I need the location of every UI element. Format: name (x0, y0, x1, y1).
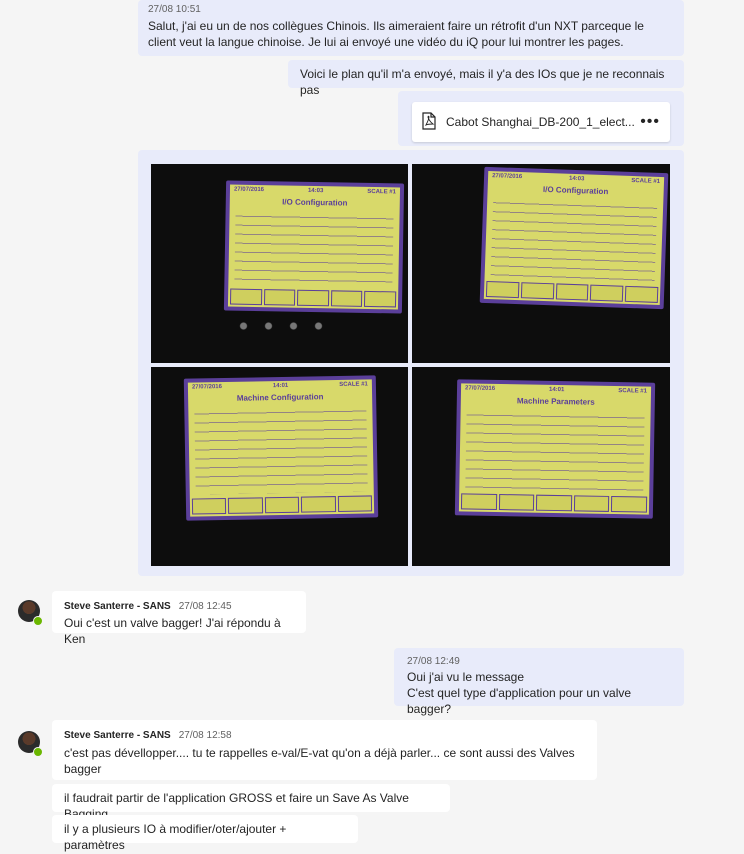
message-timestamp: 27/08 12:45 (178, 601, 232, 612)
photo-time: 14:03 (568, 175, 585, 183)
photo-machine-configuration[interactable]: 27/07/2016 14:01 SCALE #1 Machine Configur… (151, 367, 408, 566)
message-text: c'est pas dévellopper.... tu te rappelle… (64, 746, 575, 776)
photo-time: 14:03 (307, 187, 324, 195)
message-text: il y a plusieurs IO à modifier/oter/ajou… (64, 822, 287, 852)
presence-available-icon (33, 747, 43, 757)
photo-time: 14:01 (272, 382, 289, 390)
message-received[interactable]: il faudrait partir de l'application GROS… (52, 784, 450, 821)
photo-date: 27/07/2016 (464, 385, 496, 392)
file-attachment[interactable]: Cabot Shanghai_DB-200_1_elect... ••• (412, 102, 670, 142)
presence-available-icon (33, 616, 43, 626)
author-name[interactable]: Steve Santerre - SANS (64, 601, 171, 612)
message-received[interactable]: Steve Santerre - SANS 27/08 12:45 Oui c'e… (52, 591, 306, 646)
photo-title: Machine Parameters (516, 396, 595, 407)
message-timestamp: 27/08 12:58 (178, 730, 232, 741)
photo-io-configuration-1[interactable]: 27/07/2016 14:03 SCALE #1 I/O Configuratio… (151, 164, 408, 363)
photo-date: 27/07/2016 (191, 384, 223, 391)
message-sent[interactable]: Voici le plan qu'il m'a envoyé, mais il … (288, 60, 684, 97)
photo-time: 14:01 (548, 386, 565, 394)
message-sent[interactable]: 27/08 10:51 Salut, j'ai eu un de nos col… (138, 0, 684, 56)
more-options-icon[interactable]: ••• (640, 113, 660, 131)
file-name[interactable]: Cabot Shanghai_DB-200_1_elect... (446, 115, 640, 129)
message-text: Oui j'ai vu le message (407, 670, 525, 684)
message-sent[interactable]: 27/08 12:49 Oui j'ai vu le message C'est… (394, 648, 684, 716)
photo-scale: SCALE #1 (367, 188, 397, 196)
message-text: C'est quel type d'application pour un va… (407, 686, 632, 716)
message-text: Oui c'est un valve bagger! J'ai répondu … (64, 616, 281, 646)
photo-machine-parameters[interactable]: 27/07/2016 14:01 SCALE #1 Machine Paramete… (412, 367, 670, 566)
photo-scale: SCALE #1 (618, 388, 648, 395)
message-text: Salut, j'ai eu un de nos collègues Chino… (148, 19, 644, 49)
message-timestamp: 27/08 12:49 (407, 656, 460, 667)
photo-title: Machine Configuration (236, 392, 324, 403)
pdf-icon (422, 111, 436, 133)
author-name[interactable]: Steve Santerre - SANS (64, 730, 171, 741)
photo-title: I/O Configuration (282, 197, 348, 208)
message-received[interactable]: il y a plusieurs IO à modifier/oter/ajou… (52, 815, 358, 852)
photo-scale: SCALE #1 (339, 381, 368, 388)
photo-date: 27/07/2016 (233, 186, 265, 194)
message-received[interactable]: Steve Santerre - SANS 27/08 12:58 c'est p… (52, 720, 597, 780)
message-timestamp: 27/08 10:51 (148, 4, 201, 15)
photo-io-configuration-2[interactable]: 27/07/2016 14:03 SCALE #1 I/O Configuratio… (412, 164, 670, 363)
